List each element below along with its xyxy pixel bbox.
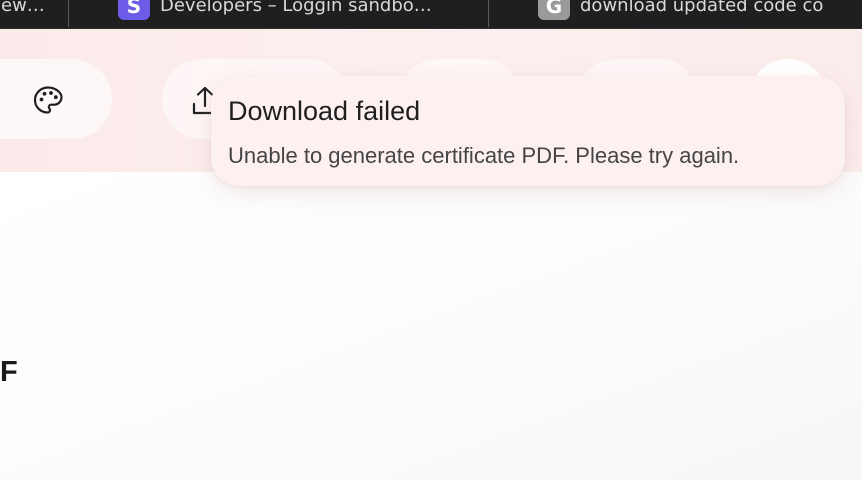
main-content xyxy=(0,172,862,480)
palette-icon xyxy=(33,86,63,114)
content-heading-fragment: F xyxy=(0,356,18,388)
error-toast[interactable]: Download failed Unable to generate certi… xyxy=(211,76,845,186)
tab-title: lew… xyxy=(0,0,45,16)
browser-tab-strip: lew… S Developers – Loggin sandbo… G dow… xyxy=(0,0,862,29)
toast-title: Download failed xyxy=(228,96,421,126)
browser-tab[interactable]: lew… xyxy=(0,0,56,29)
tab-divider xyxy=(488,0,489,27)
tab-title: Developers – Loggin sandbo… xyxy=(160,0,432,16)
tab-divider xyxy=(68,0,69,27)
stripe-favicon-icon: S xyxy=(118,0,150,20)
g-favicon-icon: G xyxy=(538,0,570,20)
app-window: lew… S Developers – Loggin sandbo… G dow… xyxy=(0,0,862,480)
browser-tab[interactable]: G download updated code co xyxy=(538,0,862,29)
browser-tab[interactable]: S Developers – Loggin sandbo… xyxy=(118,0,478,29)
toast-message: Unable to generate certificate PDF. Plea… xyxy=(228,143,740,168)
tab-title: download updated code co xyxy=(580,0,824,16)
